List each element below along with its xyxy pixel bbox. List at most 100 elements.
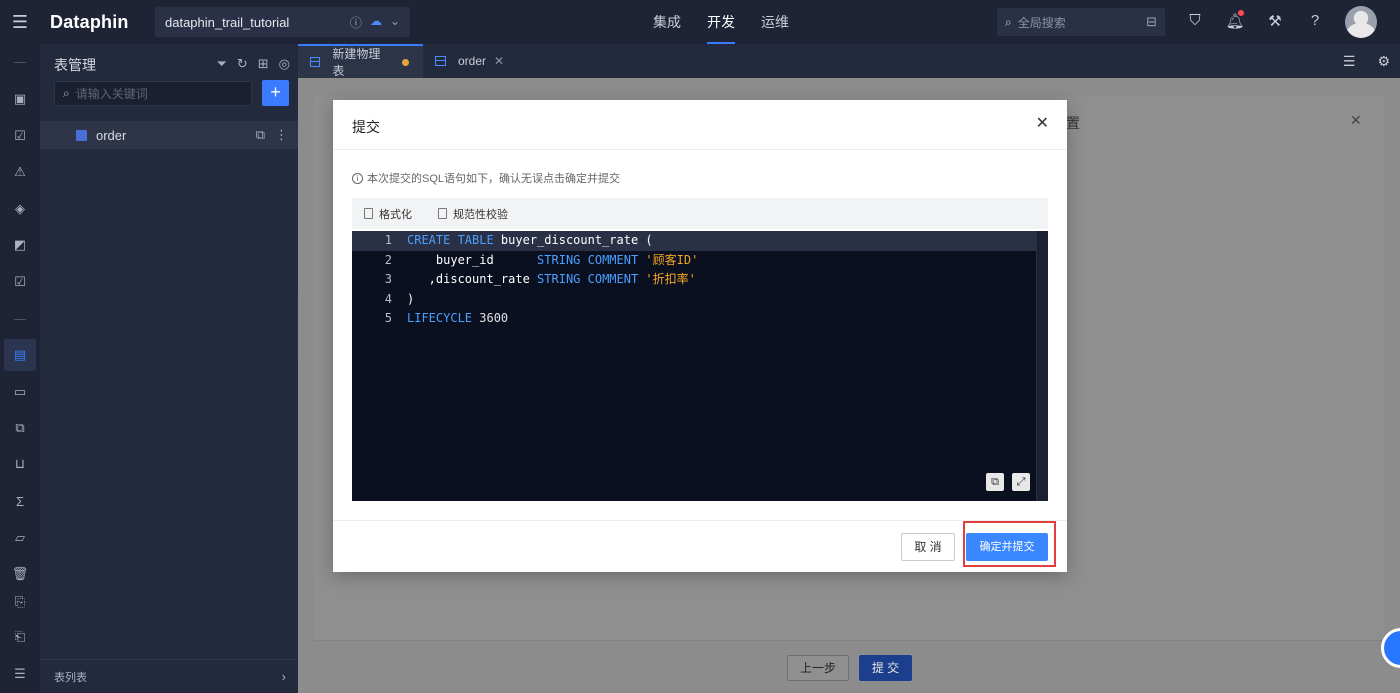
format-button[interactable]: 格式化 (364, 206, 412, 222)
close-icon[interactable]: ✕ (494, 54, 504, 68)
list-menu-icon[interactable]: ☰ (1343, 53, 1356, 70)
nav-tab-develop[interactable]: 开发 (694, 0, 748, 44)
line-number: 3 (384, 272, 392, 286)
unsaved-dot (402, 58, 409, 66)
rail-divider (14, 319, 26, 320)
rail-layers-icon[interactable]: ◈ (10, 199, 30, 219)
info-icon: i (352, 172, 363, 184)
editor-scrollbar[interactable] (1036, 231, 1048, 501)
tab-label: order (458, 54, 487, 68)
cancel-button[interactable]: 取 消 (901, 533, 955, 561)
dialog-info-text: 本次提交的SQL语句如下，确认无误点击确定并提交 (367, 173, 621, 185)
notification-dot (1238, 10, 1244, 16)
rail-table-icon[interactable]: ▤ (4, 339, 36, 371)
rail-trash-icon[interactable]: 🗑︎ (10, 564, 30, 584)
advanced-search-icon[interactable]: ⊟ (1146, 14, 1157, 30)
help-icon[interactable]: ? (1305, 12, 1325, 29)
tree-item-order[interactable]: order ⧉ ⋮ (40, 121, 298, 149)
table-icon (435, 56, 446, 66)
rail-task-icon[interactable]: ☑ (10, 272, 30, 292)
shield-icon[interactable]: ⛉ (1185, 12, 1205, 29)
code-line: 4 ) (352, 290, 1036, 310)
rail-folder-icon[interactable]: ▱ (10, 528, 30, 548)
dialog-footer: 取 消 确定并提交 (333, 520, 1067, 572)
code-line: 1 CREATE TABLE buyer_discount_rate ( (352, 231, 1036, 251)
code-text: ,discount_rate STRING COMMENT '折扣率' (407, 272, 696, 286)
close-icon[interactable]: ✕ (1036, 113, 1049, 133)
tab-order[interactable]: order ✕ (423, 44, 518, 78)
line-number: 5 (384, 311, 392, 325)
background-close-icon: ✕ (1350, 112, 1362, 128)
panel-footer[interactable]: 表列表 › (40, 659, 298, 693)
rail-terminal-icon[interactable]: ▭ (10, 382, 30, 402)
search-icon: ⌕ (63, 86, 70, 100)
background-footer (314, 640, 1384, 693)
nav-tab-integration[interactable]: 集成 (640, 0, 694, 44)
filter-icon[interactable]: ⏷ (216, 56, 226, 72)
rail-clipboard-icon[interactable]: ⎘ (10, 592, 30, 612)
rail-components-icon[interactable]: ⧉ (10, 418, 30, 438)
hamburger-menu-icon[interactable]: ☰ (0, 0, 40, 44)
chevron-down-icon[interactable]: ⌄ (390, 14, 400, 31)
background-submit-button[interactable]: 提 交 (859, 655, 912, 681)
rail-list-icon[interactable]: ☰ (10, 664, 30, 684)
document-icon (364, 208, 373, 219)
tab-label: 新建物理表 (332, 47, 381, 78)
chevron-right-icon[interactable]: › (282, 669, 286, 684)
code-line: 3 ,discount_rate STRING COMMENT '折扣率' (352, 270, 1036, 290)
more-icon[interactable]: ⋮ (275, 127, 288, 143)
code-text: buyer_id STRING COMMENT '顾客ID' (407, 252, 699, 267)
code-text: LIFECYCLE 3600 (407, 311, 509, 325)
rail-dashboard-icon[interactable]: ▣ (10, 89, 30, 109)
code-text: CREATE TABLE buyer_discount_rate ( (407, 233, 653, 247)
code-line: 5 LIFECYCLE 3600 (352, 309, 1036, 329)
avatar[interactable] (1345, 6, 1377, 38)
new-folder-icon[interactable]: ⊞ (258, 56, 269, 72)
format-label: 格式化 (379, 208, 412, 221)
rail-check-icon[interactable]: ☑ (10, 126, 30, 146)
main-nav: 集成 开发 运维 (640, 0, 802, 44)
rail-chart-icon[interactable]: ◩ (10, 235, 30, 255)
refresh-icon[interactable]: ↻ (237, 56, 248, 72)
app-logo[interactable]: Dataphin (50, 12, 150, 33)
cloud-icon: ☁ (369, 14, 382, 28)
rail-function-icon[interactable]: Σ (10, 491, 30, 511)
panel-title: 表管理 (54, 57, 96, 73)
checklist-icon (438, 208, 447, 219)
table-icon (76, 129, 87, 141)
highlight-annotation (963, 521, 1056, 567)
rail-package-icon[interactable]: ⎗ (10, 627, 30, 647)
settings-icon[interactable]: ⚙ (1377, 53, 1390, 70)
line-number: 1 (384, 233, 392, 247)
global-search-placeholder: 全局搜索 (1017, 15, 1066, 30)
copy-icon[interactable]: ⧉ (256, 127, 265, 143)
nav-tab-ops[interactable]: 运维 (748, 0, 802, 44)
panel-search-input[interactable]: ⌕ 请输入关键词 (54, 81, 252, 106)
standard-check-button[interactable]: 规范性校验 (438, 206, 508, 222)
previous-step-button[interactable]: 上一步 (787, 655, 849, 681)
code-line: 2 buyer_id STRING COMMENT '顾客ID' (352, 251, 1036, 271)
search-icon: ⌕ (1005, 14, 1012, 29)
global-search-input[interactable]: ⌕ 全局搜索 ⊟ (997, 8, 1165, 36)
table-management-panel: 表管理 ⏷ ↻ ⊞ ◎ ⌕ 请输入关键词 + order ⧉ ⋮ 表列表 › (40, 44, 298, 693)
info-icon[interactable]: ⓘ (350, 14, 362, 31)
dialog-title: 提交 (352, 119, 380, 135)
table-list-label: 表列表 (54, 671, 87, 684)
code-toolbar: 格式化 规范性校验 (352, 198, 1048, 229)
dialog-header: 提交 ✕ (333, 100, 1067, 150)
tab-new-physical-table[interactable]: 新建物理表 (298, 44, 423, 78)
bell-icon[interactable]: 🔔︎ (1225, 10, 1245, 30)
locate-icon[interactable]: ◎ (279, 56, 290, 72)
copy-icon[interactable]: ⧉ (986, 473, 1004, 491)
line-number: 2 (384, 252, 392, 267)
rail-inbox-icon[interactable]: ⊔ (10, 454, 30, 474)
fullscreen-icon[interactable]: ⤢ (1012, 473, 1030, 491)
add-table-button[interactable]: + (262, 80, 289, 106)
project-selector[interactable]: dataphin_trail_tutorial ⓘ ☁ ⌄ (155, 7, 410, 37)
line-number: 4 (384, 291, 392, 306)
rail-warning-icon[interactable]: ⚠ (10, 162, 30, 182)
dialog-info: i 本次提交的SQL语句如下，确认无误点击确定并提交 (352, 170, 620, 186)
project-name: dataphin_trail_tutorial (165, 14, 290, 30)
wrench-icon[interactable]: ⚒ (1265, 12, 1285, 30)
sql-code-editor[interactable]: 1 CREATE TABLE buyer_discount_rate ( 2 b… (352, 231, 1048, 501)
